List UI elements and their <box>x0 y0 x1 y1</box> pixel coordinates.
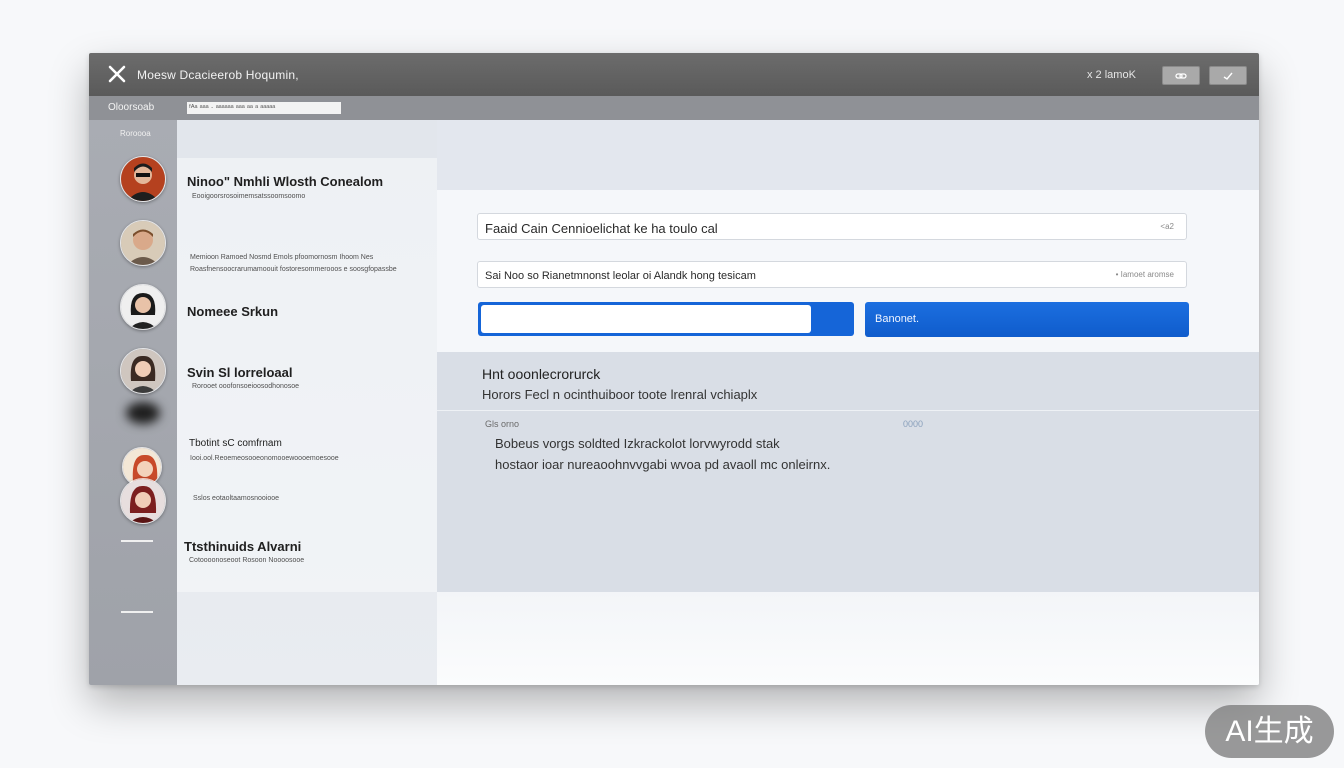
title-field[interactable]: Faaid Cain Cennioelichat ke ha toulo cal… <box>477 213 1187 240</box>
description-field[interactable]: Sai Noo so Rianetmnonst leolar oi Alandk… <box>477 261 1187 288</box>
avatar[interactable] <box>120 220 166 266</box>
avatar-rail: Roroooa <box>89 120 177 685</box>
window-title: Moesw Dcacieerob Hoqumin, <box>137 68 299 82</box>
contact-list: Ninoo" Nmhli Wlosth Conealom Eooigoorsro… <box>177 120 437 685</box>
toolbar: Oloorsoab ᶠᴬᵃ ᵃᵃᵃ · ᵃᵃᵃᵃᵃᵃ ᵃᵃᵃ ᵃᵃ ᵃ ᵃᵃᵃᵃ… <box>89 96 1259 120</box>
contact-subtitle: Cotoooonoseoot Rosoon Noooosooe <box>189 557 305 564</box>
detail-divider <box>437 410 1259 411</box>
app-window: Moesw Dcacieerob Hoqumin, x 2 lamoK Oloo… <box>89 53 1259 685</box>
title-field-value: Faaid Cain Cennioelichat ke ha toulo cal <box>485 221 718 236</box>
contact-subtitle: Memioon Ramoed Nosmd Emols pfoomornosm I… <box>190 254 397 273</box>
check-icon <box>1223 72 1233 80</box>
contact-subtitle: Sslos eotaoltaamosnooiooe <box>193 495 280 502</box>
message-input[interactable] <box>481 305 811 333</box>
description-field-value: Sai Noo so Rianetmnonst leolar oi Alandk… <box>485 270 756 282</box>
contact-name[interactable]: Ttsthinuids Alvarni <box>184 539 301 554</box>
empty-area <box>437 592 1259 685</box>
detail-subheading: Horors Fecl n ocinthuiboor toote lrenral… <box>482 387 758 402</box>
contact-subtitle: Rorooet ooofonsoeioosodhonosoe <box>192 383 300 390</box>
avatar[interactable] <box>120 284 166 330</box>
message-input-wrapper <box>478 302 854 336</box>
contact-name[interactable]: Svin Sl lorreloaal <box>187 365 293 380</box>
contact-name[interactable]: Ninoo" Nmhli Wlosth Conealom <box>187 174 383 189</box>
rail-label: Roroooa <box>120 129 151 138</box>
link-icon <box>1175 72 1187 79</box>
status-text: x 2 lamoK <box>1087 69 1136 81</box>
avatar[interactable] <box>120 348 166 394</box>
detail-meta-link[interactable]: 0000 <box>903 419 923 429</box>
avatar[interactable] <box>120 478 166 524</box>
rail-divider <box>121 611 153 613</box>
message-detail: Hnt ooonlecrorurck Horors Fecl n ocinthu… <box>437 352 1259 592</box>
description-field-hint: • Iamoet aromse <box>1115 270 1174 279</box>
ai-generated-badge: AI生成 <box>1205 705 1334 758</box>
check-button[interactable] <box>1209 66 1247 85</box>
contact-name[interactable]: Nomeee Srkun <box>187 304 278 319</box>
detail-body-line: Bobeus vorgs soldted Izkrackolot lorvwyr… <box>495 436 780 451</box>
contact-subtitle: Eooigoorsrosoimemsatssoomsoomo <box>192 193 306 200</box>
send-button[interactable]: Banonet. <box>865 302 1189 337</box>
detail-heading: Hnt ooonlecrorurck <box>482 366 601 382</box>
contact-subtitle: Iooi.ool.Reoemeosooeonomooewoooemoesooe <box>190 455 339 462</box>
rail-divider <box>121 540 153 542</box>
contact-name[interactable]: Tbotint sC comfrnam <box>189 438 282 449</box>
path-field[interactable]: ᶠᴬᵃ ᵃᵃᵃ · ᵃᵃᵃᵃᵃᵃ ᵃᵃᵃ ᵃᵃ ᵃ ᵃᵃᵃᵃᵃ <box>187 102 341 114</box>
link-button[interactable] <box>1162 66 1200 85</box>
title-bar: Moesw Dcacieerob Hoqumin, x 2 lamoK <box>89 53 1259 96</box>
detail-meta: Gls orno <box>485 419 520 429</box>
toolbar-label: Oloorsoab <box>108 102 155 113</box>
avatar[interactable] <box>120 156 166 202</box>
close-icon[interactable] <box>107 64 127 84</box>
main-pane: Faaid Cain Cennioelichat ke ha toulo cal… <box>437 120 1259 685</box>
title-field-hint: <a2 <box>1160 222 1174 231</box>
detail-body-line: hostaor ioar nureaoohnvvgabi wvoa pd ava… <box>495 457 831 472</box>
blurred-avatar <box>126 402 160 424</box>
